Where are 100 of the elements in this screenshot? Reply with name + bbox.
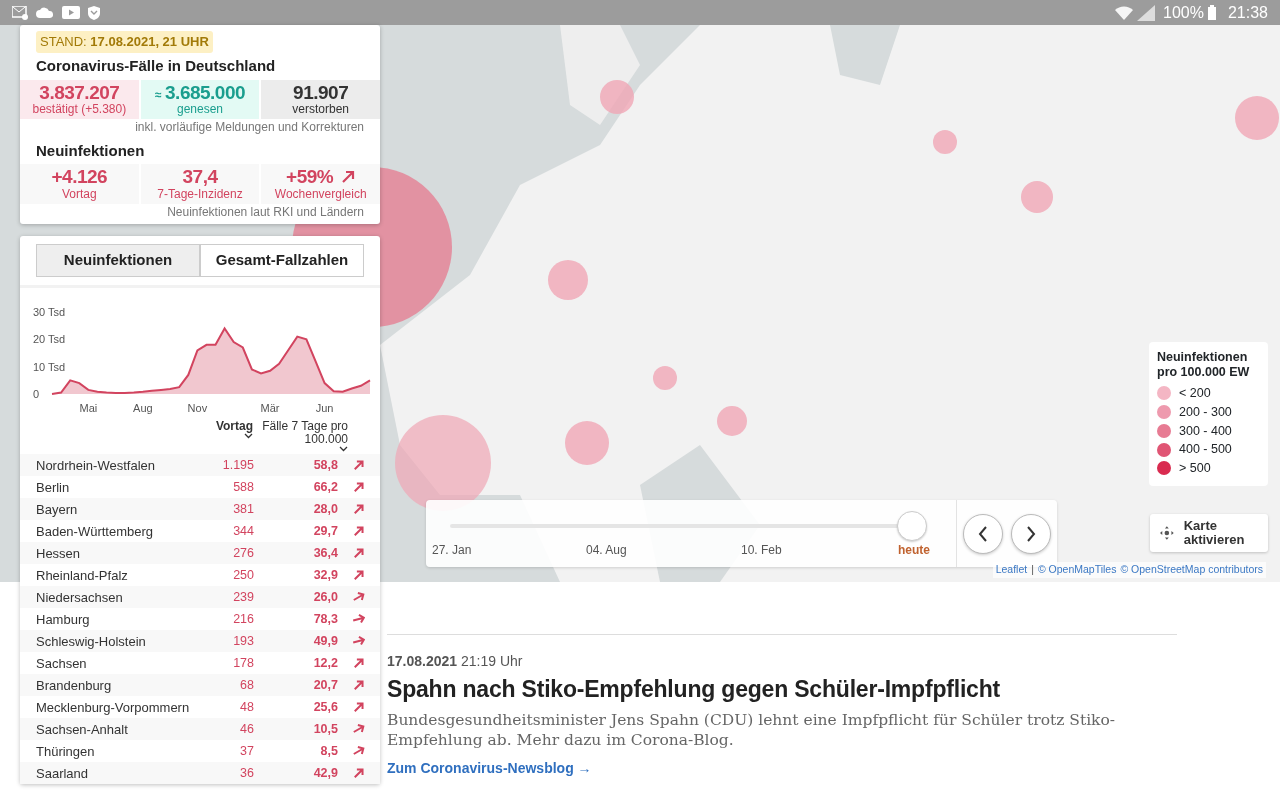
slider-thumb[interactable] [897,511,927,541]
table-cell-text: 239 [232,588,254,606]
activate-map-button[interactable]: Karte aktivieren [1150,514,1268,552]
stat-value: 37,4 [182,166,218,189]
stat-number: 3.685.000 [165,81,246,103]
tab[interactable]: Neuinfektionen [36,244,200,277]
approx-sign: ≈ [154,87,162,102]
stat-value: +4.126 [51,166,108,189]
section-title: Neuinfektionen [36,140,146,161]
legend-label: < 200 [1179,385,1211,402]
article-teaser: Bundesgesundheitsminister Jens Spahn (CDU) lehnt eine Impfpflicht für Schüler trotz Stiko-Empfehlung ab. Mehr dazu im Corona-Blog. [387,709,1117,750]
trend-arrow-icon [353,547,365,560]
table-cell-text: 250 [232,566,254,584]
table-cell-text: 78,3 [312,610,338,628]
state-name: Hessen [35,544,82,563]
stat-label: genesen [176,103,225,118]
column-header[interactable]: Fälle 7 Tage pro 100.000 [258,419,348,447]
legend-label: 200 - 300 [1179,403,1232,421]
trend-arrow-icon [353,723,365,736]
state-name: Sachsen [35,654,88,673]
signal-icon [1137,4,1156,21]
attribution-link[interactable]: Leaflet [995,562,1028,578]
trend-arrow-icon [353,701,365,714]
article-date: 17.08.2021 21:19 Uhr [387,652,524,671]
table-cell-text: 588 [232,478,254,496]
state-name: Nordrhein-Westfalen [35,456,156,475]
trend-arrow-icon [353,503,365,516]
axis-label: Aug [133,401,153,414]
wifi-icon [1115,5,1134,20]
table-cell-text: 46 [239,720,254,738]
previous-button[interactable] [963,513,1003,554]
stat-label: 7-Tage-Inzidenz [156,188,244,202]
table-cell-text: 48 [239,698,254,716]
chevron-right-icon [1026,525,1036,542]
state-name: Hamburg [35,610,91,629]
tab[interactable]: Gesamt-Fallzahlen [200,244,364,277]
trend-arrow-icon [353,679,365,692]
axis-label: 10 Tsd [33,360,66,373]
play-icon [62,6,80,19]
axis-label: 20 Tsd [33,333,66,346]
date-label: heute [898,542,930,559]
axis-label: Mai [79,401,98,414]
column-header[interactable]: Vortag [215,419,253,434]
table-cell-text: 276 [232,544,254,562]
state-name: Thüringen [35,742,96,761]
sort-caret-icon[interactable] [339,446,348,453]
axis-label: Nov [187,401,208,414]
date-label: 27. Jan [432,542,472,559]
table-cell-text: 32,9 [312,566,338,584]
trend-arrow-icon [353,635,365,648]
axis-label: 30 Tsd [33,305,66,318]
table-cell-text: 25,6 [312,698,338,716]
attribution-link[interactable]: © OpenMapTiles [1037,562,1117,578]
table-cell-text: 1.195 [221,456,254,474]
table-cell-text: 193 [232,632,254,650]
trend-arrow-icon [353,525,365,538]
table-cell-text: 68 [239,676,254,694]
table-cell-text: 20,7 [312,676,338,694]
table-cell-text: 12,2 [312,654,338,672]
trend-arrow-icon [353,591,365,604]
trend-arrow-icon [353,481,365,494]
table-cell-text: 36 [239,764,254,782]
attribution-link[interactable]: © OpenStreetMap contributors [1120,562,1263,578]
state-name: Niedersachsen [35,588,124,607]
sort-caret-icon[interactable] [244,433,253,440]
table-cell-text: 29,7 [312,522,338,540]
stat-label: verstorben [291,103,351,118]
stat-label: Wochenvergleich [273,188,368,202]
date-stamp: STAND: 17.08.2021, 21 UHR [36,31,213,53]
stat-label: Vortag [61,188,98,202]
table-cell-text: 37 [239,742,254,760]
table-cell-text: 49,9 [312,632,338,650]
trend-arrow-icon [353,767,365,780]
state-name: Bayern [35,500,79,519]
table-cell-text: 28,0 [312,500,338,518]
date-label: 04. Aug [586,542,627,559]
state-name: Brandenburg [35,676,113,695]
legend-label: > 500 [1179,460,1211,477]
separator-text: | [1031,562,1034,578]
state-name: Rheinland-Pfalz [35,566,129,585]
table-cell-text: 58,8 [312,456,338,474]
state-name: Mecklenburg-Vorpommern [35,698,191,717]
state-name: Baden-Württemberg [35,522,155,541]
stat-label: bestätigt (+5.380) [31,103,128,118]
chevron-left-icon [978,525,988,542]
legend-label: 400 - 500 [1179,441,1232,459]
state-name: Schleswig-Holstein [35,632,147,651]
table-cell-text: 66,2 [312,478,338,496]
next-button[interactable] [1011,513,1051,554]
trend-arrow-icon [341,170,356,185]
axis-label: Mär [260,401,280,414]
table-cell-text: 36,4 [312,544,338,562]
table-cell-text: 381 [232,500,254,518]
article-headline[interactable]: Spahn nach Stiko-Empfehlung gegen Schüler-Impfpflicht [387,676,1177,704]
shield-icon [88,5,100,20]
newsblog-link[interactable]: Zum Coronavirus-Newsblog → [387,759,592,776]
table-cell-text: 42,9 [312,764,338,782]
stat-value: 91.907 [292,81,350,104]
trend-arrow-icon [353,657,365,670]
table-cell-text: 8,5 [319,742,338,760]
